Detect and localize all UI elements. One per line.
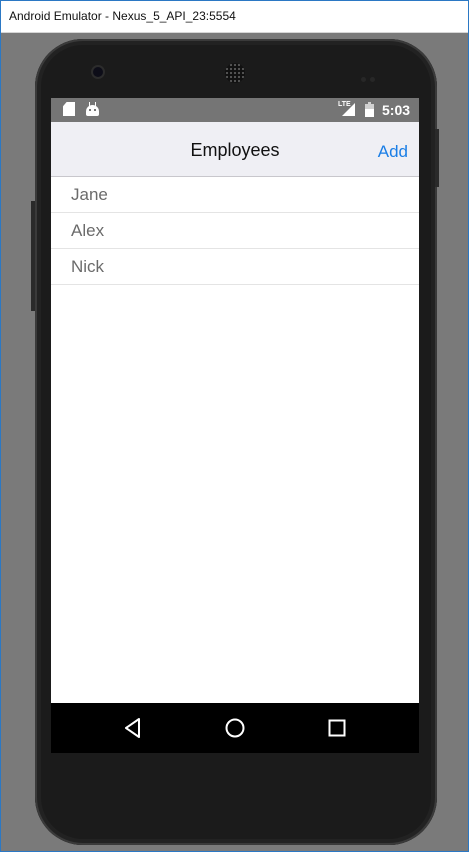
add-employee-button[interactable]: Add — [378, 142, 408, 162]
power-button[interactable] — [435, 129, 439, 187]
android-icon — [86, 102, 99, 116]
list-item[interactable]: Jane — [51, 177, 419, 213]
speaker-grille-icon — [225, 63, 245, 83]
recents-icon[interactable] — [325, 716, 349, 740]
android-navigation-bar — [51, 703, 419, 753]
list-item[interactable]: Alex — [51, 213, 419, 249]
navigation-bar: Employees Add — [51, 122, 419, 177]
sensors-icon — [361, 69, 381, 82]
window-title: Android Emulator - Nexus_5_API_23:5554 — [9, 9, 236, 23]
status-clock: 5:03 — [382, 102, 411, 118]
sd-card-icon — [63, 102, 75, 116]
emulator-window: Android Emulator - Nexus_5_API_23:5554 L… — [0, 0, 469, 852]
employee-name: Alex — [71, 221, 105, 240]
page-title: Employees — [190, 140, 280, 160]
device-screen: LTE 5:03 Employees Add Jane Alex Nick — [51, 98, 419, 753]
volume-button[interactable] — [31, 201, 35, 311]
status-bar: LTE 5:03 — [51, 98, 419, 122]
back-icon[interactable] — [121, 716, 145, 740]
battery-icon — [365, 102, 374, 117]
lte-signal-icon: LTE — [338, 101, 355, 117]
employee-name: Nick — [71, 257, 105, 276]
front-camera-icon — [93, 67, 103, 77]
window-titlebar[interactable]: Android Emulator - Nexus_5_API_23:5554 — [1, 1, 468, 33]
home-icon[interactable] — [223, 716, 247, 740]
network-type-label: LTE — [338, 101, 351, 108]
list-item[interactable]: Nick — [51, 249, 419, 285]
employee-name: Jane — [71, 185, 108, 204]
employee-list: Jane Alex Nick — [51, 177, 419, 285]
